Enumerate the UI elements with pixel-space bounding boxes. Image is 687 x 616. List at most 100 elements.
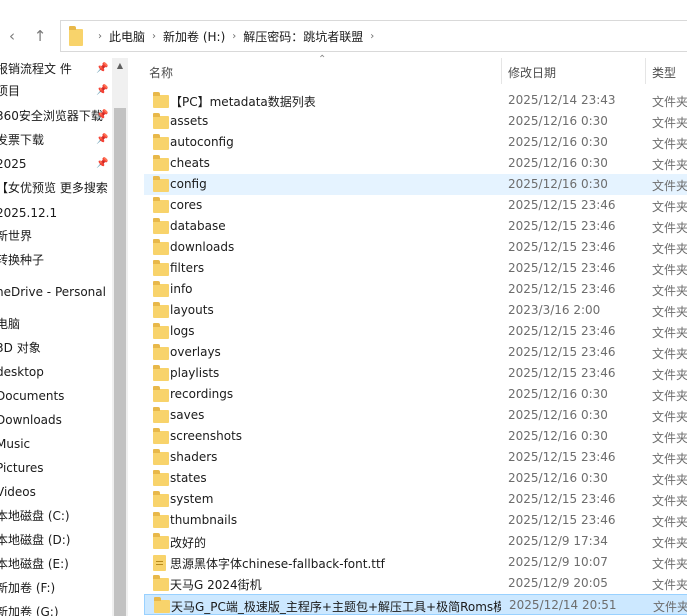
sidebar-item[interactable]: Music	[0, 433, 112, 455]
sidebar-item[interactable]: 报销流程文 件 📌	[0, 58, 112, 80]
back-icon: ‹	[9, 27, 15, 45]
up-button[interactable]: ↑	[30, 26, 50, 46]
file-row[interactable]: cores 2025/12/15 23:46 文件夹	[144, 195, 687, 216]
file-row[interactable]: filters 2025/12/15 23:46 文件夹	[144, 258, 687, 279]
file-name: database	[170, 219, 226, 233]
file-row[interactable]: states 2025/12/16 0:30 文件夹	[144, 468, 687, 489]
file-row[interactable]: autoconfig 2025/12/16 0:30 文件夹	[144, 132, 687, 153]
file-list: ⌃ 名称 修改日期 类型 【PC】metadata数据列表 2025/12/14 …	[128, 54, 687, 616]
sidebar-item-label: 2025	[0, 157, 27, 171]
sidebar-item-label: 360安全浏览器下载	[0, 109, 103, 123]
file-type: 文件夹	[652, 242, 687, 256]
sidebar-item[interactable]: 3D 对象	[0, 337, 112, 359]
file-name: 天马G_PC端_极速版_主程序+主题包+解压工具+极简Roms模板	[171, 600, 501, 614]
file-row[interactable]: recordings 2025/12/16 0:30 文件夹	[144, 384, 687, 405]
sidebar-item[interactable]: 项目 📌	[0, 80, 112, 102]
sidebar-item[interactable]: 2025.12.1	[0, 202, 112, 224]
file-type: 文件夹	[652, 473, 687, 487]
file-modified-date: 2025/12/15 23:46	[508, 513, 616, 527]
chevron-right-icon[interactable]: ›	[370, 31, 374, 42]
file-row[interactable]: info 2025/12/15 23:46 文件夹	[144, 279, 687, 300]
file-row[interactable]: assets 2025/12/16 0:30 文件夹	[144, 111, 687, 132]
sidebar-item[interactable]: desktop	[0, 361, 112, 383]
file-name: shaders	[170, 450, 218, 464]
sidebar-item[interactable]: Videos	[0, 481, 112, 503]
file-name: screenshots	[170, 429, 243, 443]
file-row[interactable]: overlays 2025/12/15 23:46 文件夹	[144, 342, 687, 363]
sidebar-item[interactable]: neDrive - Personal	[0, 281, 112, 303]
file-row[interactable]: saves 2025/12/16 0:30 文件夹	[144, 405, 687, 426]
sidebar-item[interactable]: 新世界	[0, 225, 112, 247]
sidebar-item[interactable]: 电脑	[0, 313, 112, 335]
sidebar-item-label: 2025.12.1	[0, 206, 58, 220]
sidebar-item[interactable]: 2025 📌	[0, 153, 112, 175]
sidebar-item[interactable]: Downloads	[0, 409, 112, 431]
file-type: 文件夹	[652, 305, 687, 319]
file-row[interactable]: 天马G 2024街机 2025/12/9 20:05 文件夹	[144, 573, 687, 594]
sidebar-item[interactable]: 新加卷 (F:)	[0, 577, 112, 599]
file-row[interactable]: cheats 2025/12/16 0:30 文件夹	[144, 153, 687, 174]
folder-icon	[153, 260, 169, 276]
sidebar-item[interactable]: 本地磁盘 (D:)	[0, 529, 112, 551]
address-bar[interactable]: › 此电脑 › 新加卷 (H:) › 解压密码：跳坑者联盟 ›	[60, 20, 687, 52]
scroll-up-icon[interactable]: ▲	[112, 58, 128, 74]
file-type: 文件夹	[652, 116, 687, 130]
file-row[interactable]: playlists 2025/12/15 23:46 文件夹	[144, 363, 687, 384]
file-row[interactable]: shaders 2025/12/15 23:46 文件夹	[144, 447, 687, 468]
sidebar-item-label: 本地磁盘 (E:)	[0, 557, 69, 571]
address-bar-row: ‹ ↑ › 此电脑 › 新加卷 (H:) › 解压密码：跳坑者联盟 ›	[0, 0, 687, 58]
sidebar-item[interactable]: Documents	[0, 385, 112, 407]
file-row[interactable]: config 2025/12/16 0:30 文件夹	[144, 174, 687, 195]
column-header-type[interactable]: 类型	[652, 64, 676, 81]
column-header-name[interactable]: 名称	[149, 64, 173, 81]
sidebar-item[interactable]: 本地磁盘 (C:)	[0, 505, 112, 527]
sidebar-item-label: 本地磁盘 (C:)	[0, 509, 70, 523]
file-row[interactable]: layouts 2023/3/16 2:00 文件夹	[144, 300, 687, 321]
sidebar-item[interactable]: 【女优预览 更多搜索	[0, 177, 112, 199]
file-modified-date: 2025/12/9 17:34	[508, 534, 608, 548]
column-divider[interactable]	[645, 58, 646, 84]
sidebar-item[interactable]: 本地磁盘 (E:)	[0, 553, 112, 575]
file-row[interactable]: 改好的 2025/12/9 17:34 文件夹	[144, 531, 687, 552]
sidebar-item[interactable]: Pictures	[0, 457, 112, 479]
chevron-right-icon[interactable]: ›	[98, 31, 102, 42]
file-row[interactable]: logs 2025/12/15 23:46 文件夹	[144, 321, 687, 342]
file-modified-date: 2025/12/16 0:30	[508, 114, 608, 128]
column-header-date[interactable]: 修改日期	[508, 64, 556, 81]
file-name: logs	[170, 324, 195, 338]
breadcrumb-drive[interactable]: 新加卷 (H:)	[163, 28, 225, 45]
file-name: autoconfig	[170, 135, 234, 149]
scrollbar-thumb[interactable]	[114, 108, 126, 616]
chevron-right-icon[interactable]: ›	[232, 31, 236, 42]
file-type: 文件夹	[652, 536, 687, 550]
breadcrumb-this-pc[interactable]: 此电脑	[109, 28, 145, 45]
sidebar-item[interactable]: 发票下载 📌	[0, 129, 112, 151]
file-row[interactable]: thumbnails 2025/12/15 23:46 文件夹	[144, 510, 687, 531]
file-row[interactable]: 思源黑体字体chinese-fallback-font.ttf 2025/12/9…	[144, 552, 687, 573]
sidebar-item[interactable]: 新加卷 (G:)	[0, 601, 112, 616]
folder-icon	[153, 155, 169, 171]
nav-scrollbar[interactable]: ▲	[112, 58, 128, 616]
file-row[interactable]: system 2025/12/15 23:46 文件夹	[144, 489, 687, 510]
sidebar-item[interactable]: 360安全浏览器下载 📌	[0, 105, 112, 127]
folder-icon	[153, 344, 169, 360]
file-type: 文件夹	[652, 431, 687, 445]
file-modified-date: 2025/12/15 23:46	[508, 492, 616, 506]
folder-icon	[153, 134, 169, 150]
folder-icon	[153, 92, 169, 108]
column-divider[interactable]	[501, 58, 502, 84]
breadcrumb-folder[interactable]: 解压密码：跳坑者联盟	[243, 28, 363, 45]
file-type: 文件夹	[652, 221, 687, 235]
file-type: 文件夹	[652, 284, 687, 298]
file-row[interactable]: downloads 2025/12/15 23:46 文件夹	[144, 237, 687, 258]
file-type: 文件夹	[652, 452, 687, 466]
file-row[interactable]: database 2025/12/15 23:46 文件夹	[144, 216, 687, 237]
sidebar-item[interactable]: 转换种子	[0, 249, 112, 271]
file-row[interactable]: 【PC】metadata数据列表 2025/12/14 23:43 文件夹	[144, 90, 687, 111]
chevron-right-icon[interactable]: ›	[152, 31, 156, 42]
back-button[interactable]: ‹	[2, 26, 22, 46]
file-row[interactable]: 天马G_PC端_极速版_主程序+主题包+解压工具+极简Roms模板 2025/12…	[144, 594, 687, 615]
file-row[interactable]: screenshots 2025/12/16 0:30 文件夹	[144, 426, 687, 447]
file-type: 文件夹	[653, 600, 687, 614]
file-name: info	[170, 282, 193, 296]
